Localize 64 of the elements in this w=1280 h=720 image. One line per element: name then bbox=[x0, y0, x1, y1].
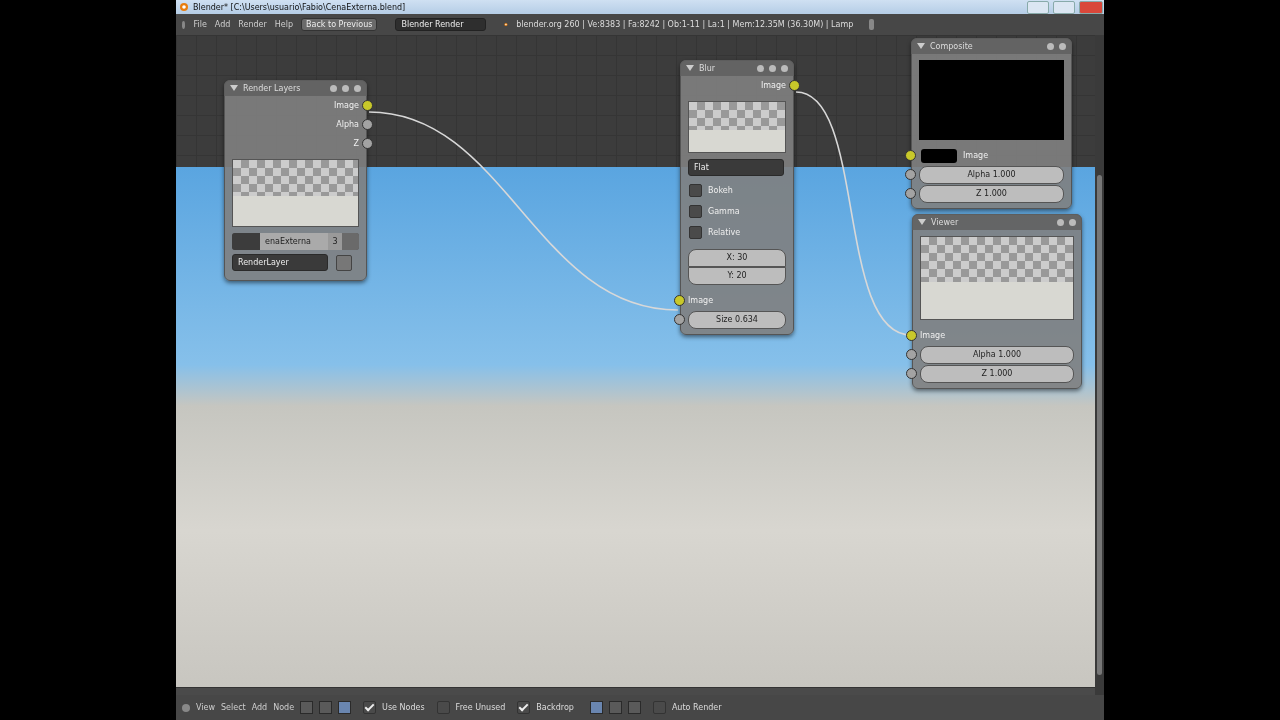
scene-info: blender.org 260 | Ve:8383 | Fa:8242 | Ob:1-11 | La:1 | Mem:12.35M (36.30M) | Lamp bbox=[516, 20, 854, 29]
output-socket[interactable] bbox=[362, 138, 373, 149]
collapse-icon[interactable] bbox=[230, 85, 238, 91]
checkbox-label: Backdrop bbox=[536, 703, 574, 712]
output-socket[interactable] bbox=[362, 100, 373, 111]
node-title: Blur bbox=[699, 63, 717, 73]
menu-item[interactable]: Add bbox=[251, 703, 268, 712]
x-field[interactable]: X: 30 bbox=[688, 249, 786, 267]
render-engine-dropdown[interactable]: Blender Render bbox=[395, 18, 487, 31]
checkbox-label: Bokeh bbox=[708, 186, 733, 195]
menu-item[interactable]: File bbox=[193, 20, 207, 29]
input-socket[interactable] bbox=[906, 330, 917, 341]
blender-logo-icon bbox=[504, 20, 509, 29]
socket-label: Image bbox=[920, 331, 946, 340]
input-socket[interactable] bbox=[905, 188, 916, 199]
back-to-previous-button[interactable]: Back to Previous bbox=[301, 18, 378, 31]
horizontal-scrollbar[interactable] bbox=[176, 687, 1095, 695]
menu-item[interactable]: Render bbox=[238, 20, 267, 29]
collapse-icon[interactable] bbox=[917, 43, 925, 49]
maximize-button[interactable] bbox=[1053, 0, 1075, 14]
collapse-icon[interactable] bbox=[918, 219, 926, 225]
checkbox[interactable] bbox=[363, 701, 377, 714]
checkbox-label: Auto Render bbox=[671, 703, 722, 712]
socket-label: Image bbox=[333, 101, 359, 110]
collapse-icon[interactable] bbox=[686, 65, 694, 71]
menu-item[interactable]: Add bbox=[214, 20, 231, 29]
window-title: Blender* [C:\Users\usuario\Fabio\CenaExterna.blend] bbox=[193, 2, 406, 12]
checkbox[interactable] bbox=[689, 184, 702, 197]
filter-type-dropdown[interactable]: Flat bbox=[688, 159, 784, 176]
input-socket[interactable] bbox=[905, 150, 916, 161]
close-button[interactable] bbox=[1079, 0, 1103, 14]
y-field[interactable]: Y: 20 bbox=[688, 267, 786, 285]
menu-item[interactable]: View bbox=[196, 703, 215, 712]
output-socket[interactable] bbox=[362, 119, 373, 130]
socket-label: Image bbox=[760, 81, 786, 90]
checkbox[interactable] bbox=[517, 701, 531, 714]
output-socket[interactable] bbox=[789, 80, 800, 91]
vertical-scrollbar[interactable] bbox=[1097, 175, 1102, 675]
checkbox-label: Use Nodes bbox=[382, 703, 425, 712]
input-socket[interactable] bbox=[674, 314, 685, 325]
menu-item[interactable]: Select bbox=[221, 703, 246, 712]
input-socket[interactable] bbox=[905, 169, 916, 180]
socket-label: Image bbox=[688, 296, 714, 305]
socket-label: Alpha bbox=[336, 120, 359, 129]
node-title: Composite bbox=[930, 41, 974, 51]
checkbox[interactable] bbox=[689, 205, 702, 218]
socket-label: Z bbox=[353, 139, 359, 148]
checkbox-label: Gamma bbox=[708, 207, 740, 216]
input-socket[interactable] bbox=[674, 295, 685, 306]
input-socket[interactable] bbox=[906, 368, 917, 379]
menu-item[interactable]: Node bbox=[273, 703, 295, 712]
checkbox-label: Relative bbox=[708, 228, 741, 237]
scene-field[interactable]: enaExterna bbox=[260, 233, 328, 250]
socket-label: Image bbox=[963, 151, 989, 160]
app-logo-icon bbox=[179, 2, 189, 12]
checkbox[interactable] bbox=[689, 226, 702, 239]
menu-item[interactable]: Help bbox=[274, 20, 294, 29]
render-layer-dropdown[interactable]: RenderLayer bbox=[232, 254, 328, 271]
minimize-button[interactable] bbox=[1027, 0, 1049, 14]
node-title: Render Layers bbox=[243, 83, 302, 93]
node-title: Viewer bbox=[931, 217, 960, 227]
user-count: 3 bbox=[328, 233, 342, 250]
checkbox-label: Free Unused bbox=[455, 703, 506, 712]
input-socket[interactable] bbox=[906, 349, 917, 360]
